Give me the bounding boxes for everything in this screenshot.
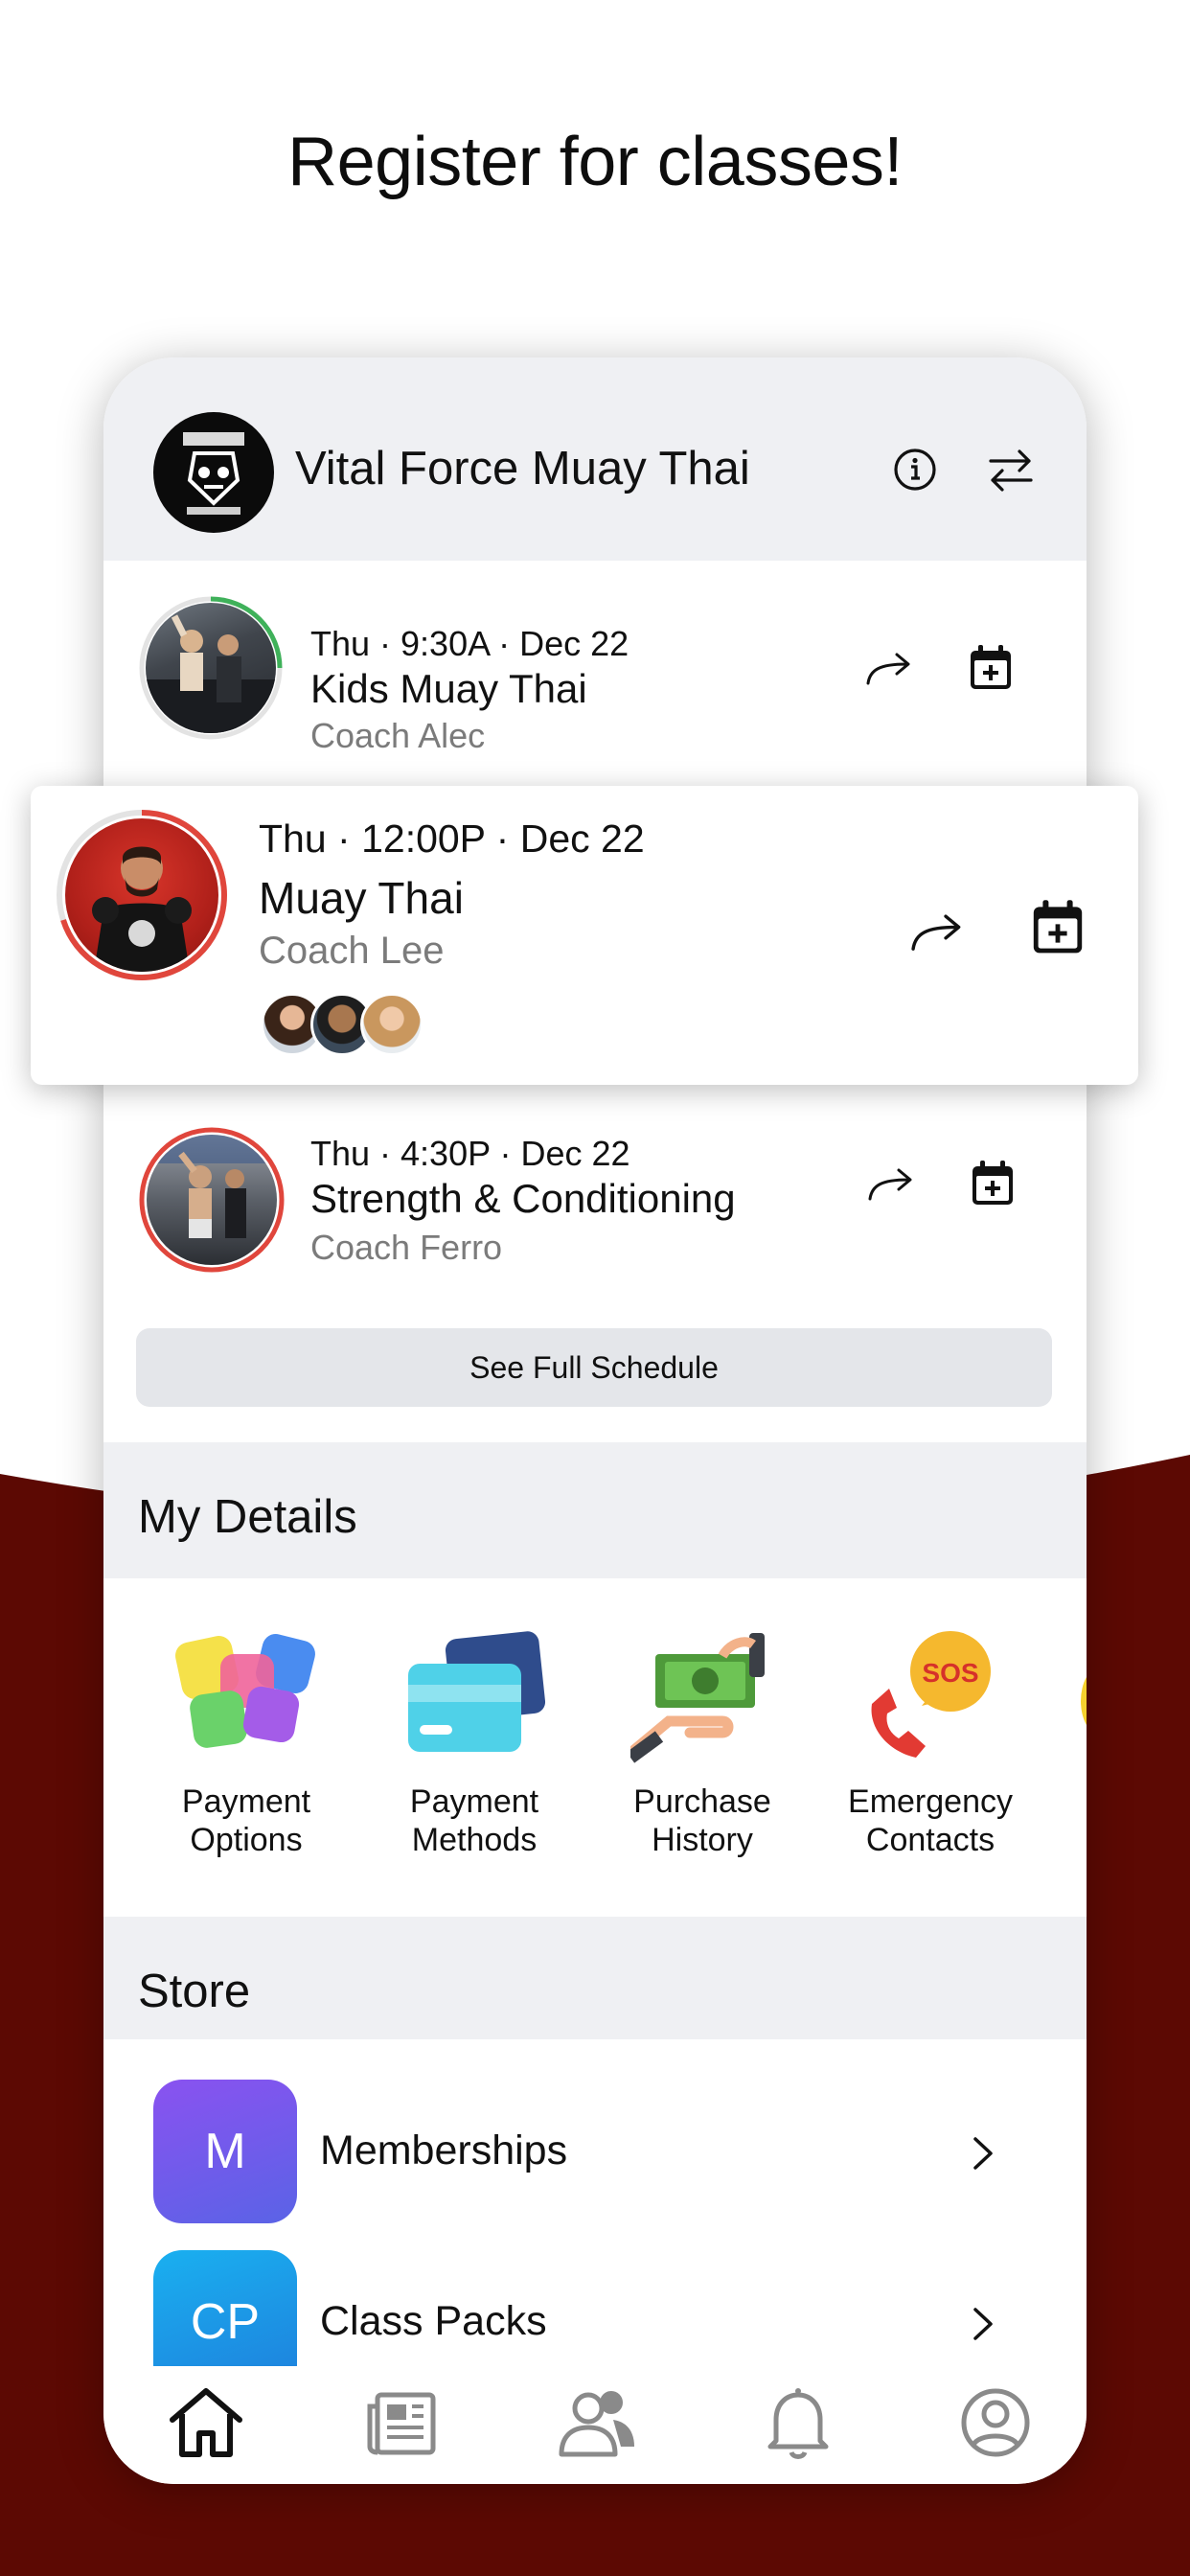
svg-text:SOS: SOS [922, 1658, 978, 1688]
tile-label: Payment Options [181, 1783, 311, 1858]
payment-options-icon [175, 1634, 315, 1748]
profile-icon[interactable] [952, 2380, 1039, 2466]
tile-label: Purchase History [633, 1783, 771, 1858]
add-to-calendar-icon[interactable] [962, 639, 1019, 697]
coach-avatar [138, 595, 284, 741]
class-time: Thu · 9:30A · Dec 22 [310, 624, 629, 663]
class-coach: Coach Lee [259, 930, 445, 972]
credit-card-icon [408, 1631, 546, 1752]
gym-logo[interactable] [153, 412, 274, 533]
coach-avatar [138, 1126, 286, 1274]
class-time: Thu · 4:30P · Dec 22 [310, 1134, 630, 1173]
share-icon[interactable] [860, 639, 918, 697]
people-icon[interactable] [554, 2380, 640, 2466]
class-row-strength-conditioning[interactable]: Thu · 4:30P · Dec 22 Strength & Conditio… [103, 1099, 1087, 1300]
cash-hand-icon [630, 1633, 765, 1763]
see-full-schedule-button[interactable]: See Full Schedule [136, 1328, 1052, 1407]
info-icon[interactable] [887, 442, 943, 497]
newspaper-icon[interactable] [360, 2380, 446, 2466]
share-icon[interactable] [862, 1155, 920, 1212]
add-to-calendar-icon[interactable] [964, 1155, 1021, 1212]
add-to-calendar-icon[interactable] [1023, 893, 1092, 962]
memberships-badge: M [153, 2080, 297, 2223]
class-title: Kids Muay Thai [310, 666, 587, 711]
tile-label: Emergency Contacts [848, 1783, 1013, 1858]
tile-payment-options[interactable]: Payment Options [146, 1629, 337, 1878]
class-time: Thu · 12:00P · Dec 22 [259, 816, 645, 861]
bell-icon[interactable] [755, 2380, 841, 2466]
class-coach: Coach Alec [310, 716, 486, 755]
headline: Register for classes! [287, 124, 903, 200]
home-icon[interactable] [163, 2380, 249, 2466]
sos-phone-icon: SOS [871, 1631, 991, 1758]
class-coach: Coach Ferro [310, 1228, 503, 1267]
tile-label: Payment Methods [409, 1783, 539, 1858]
store-item-label: Memberships [320, 2128, 568, 2174]
tile-emergency-contacts[interactable]: SOS Emergency Contacts [830, 1629, 1021, 1878]
class-row-kids-muay-thai[interactable]: Thu · 9:30A · Dec 22 Kids Muay Thai Coac… [103, 566, 1087, 768]
class-title: Muay Thai [259, 873, 464, 923]
store-header: Store [103, 1917, 1087, 2039]
attendee-avatar [360, 993, 423, 1056]
class-row-muay-thai-highlighted[interactable]: Thu · 12:00P · Dec 22 Muay Thai Coach Le… [31, 786, 1138, 1085]
store-item-label: Class Packs [320, 2298, 547, 2344]
coach-avatar [56, 809, 228, 981]
chevron-right-icon [973, 2137, 993, 2170]
gym-name: Vital Force Muay Thai [295, 443, 750, 494]
my-details-header: My Details [103, 1442, 1087, 1578]
chevron-right-icon [973, 2308, 993, 2340]
phone-frame: Vital Force Muay Thai Thu · 9:30A · Dec … [103, 357, 1087, 2484]
tile-purchase-history[interactable]: Purchase History [602, 1629, 793, 1878]
tab-bar [103, 2366, 1087, 2484]
attendee-avatars [261, 993, 443, 1060]
switch-gym-icon[interactable] [983, 442, 1039, 497]
tile-payment-methods[interactable]: Payment Methods [374, 1629, 565, 1878]
section-title: My Details [138, 1491, 357, 1543]
store-item-memberships[interactable]: M Memberships [103, 2060, 1087, 2223]
class-title: Strength & Conditioning [310, 1176, 736, 1221]
gym-header: Vital Force Muay Thai [103, 357, 1087, 561]
section-title: Store [138, 1966, 251, 2017]
tile-partial-next [1081, 1668, 1087, 1735]
share-icon[interactable] [904, 899, 970, 964]
